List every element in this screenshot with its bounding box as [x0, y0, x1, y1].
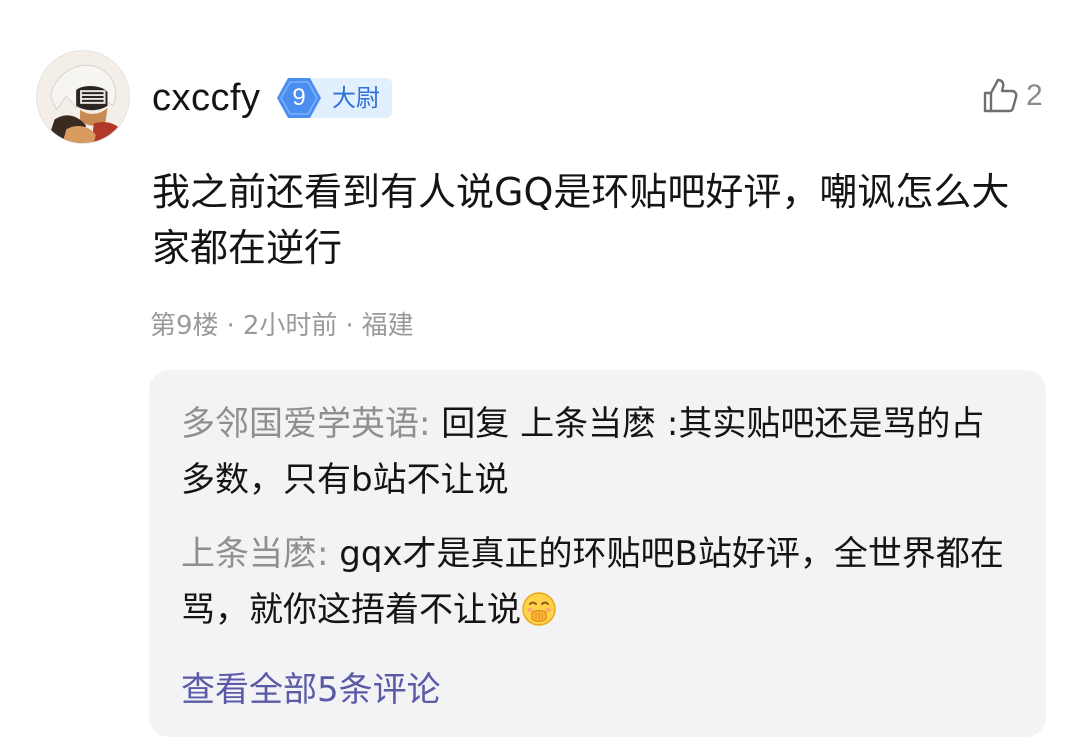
reply-item[interactable]: 多邻国爱学英语: 回复 上条当麽 :其实贴吧还是骂的占多数，只有b站不让说 — [181, 396, 1011, 508]
like-button[interactable]: 2 — [980, 72, 1043, 120]
location: 福建 — [361, 311, 414, 341]
reply-author[interactable]: 多邻国爱学英语: — [181, 404, 430, 444]
user-level-badge: 9 大尉 — [276, 77, 392, 119]
like-count: 2 — [1026, 79, 1043, 112]
level-badge-icon: 9 — [276, 77, 322, 119]
level-number: 9 — [292, 84, 306, 111]
view-all-replies-link[interactable]: 查看全部5条评论 — [181, 662, 441, 718]
floor-number: 第9楼 — [150, 311, 219, 341]
meta-separator: · — [345, 311, 354, 341]
reply-author[interactable]: 上条当麽: — [181, 534, 328, 574]
thumbs-up-icon — [980, 76, 1020, 116]
comment-meta: 第9楼 · 2小时前 · 福建 — [150, 306, 414, 346]
covering-mouth-emoji-icon — [521, 591, 557, 627]
post-time: 2小时前 — [242, 311, 338, 341]
meta-separator: · — [226, 311, 235, 341]
replies-box[interactable]: 多邻国爱学英语: 回复 上条当麽 :其实贴吧还是骂的占多数，只有b站不让说 上条… — [149, 370, 1046, 737]
username[interactable]: cxccfy — [152, 72, 261, 124]
reply-item[interactable]: 上条当麽: gqx才是真正的环贴吧B站好评，全世界都在骂，就你这捂着不让说 — [181, 526, 1011, 638]
avatar[interactable] — [36, 50, 130, 144]
avatar-image — [37, 51, 129, 143]
comment-text: 我之前还看到有人说GQ是环贴吧好评，嘲讽怎么大家都在逆行 — [152, 170, 1010, 270]
